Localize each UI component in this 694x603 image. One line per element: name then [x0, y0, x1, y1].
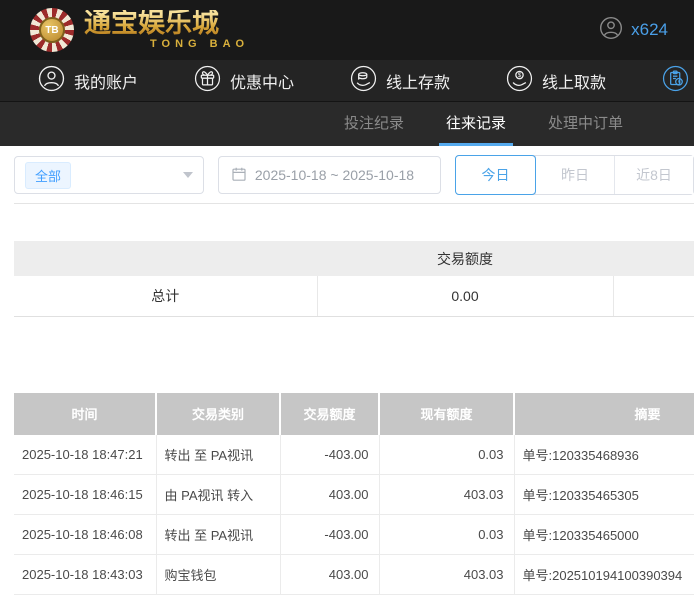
nav-item-promotions[interactable]: 优惠中心: [194, 65, 294, 97]
username-text[interactable]: x624: [631, 20, 668, 40]
date-range-picker[interactable]: 2025-10-18 ~ 2025-10-18: [218, 156, 441, 194]
summary-table: 交易额度 总计 0.00: [14, 241, 694, 317]
chip-tb-label: TB: [39, 17, 65, 43]
nav-label: 线上取款: [542, 69, 606, 93]
divider: [14, 203, 694, 204]
poker-chip-logo-icon: TB: [30, 8, 74, 52]
withdraw-icon: $: [506, 65, 533, 97]
date-range-value: 2025-10-18 ~ 2025-10-18: [255, 167, 414, 183]
cell-type: 转出 至 PA视讯: [156, 515, 280, 555]
selected-type-tag[interactable]: 全部: [25, 162, 71, 189]
today-button[interactable]: 今日: [455, 155, 536, 195]
gift-icon: [194, 65, 221, 97]
cell-balance: 0.03: [379, 515, 514, 555]
records-header-row: 时间 交易类别 交易额度 现有额度 摘要: [14, 393, 694, 435]
summary-total-row: 总计 0.00: [14, 276, 694, 316]
top-bar: TB 通宝娱乐城 TONG BAO x624: [0, 0, 694, 60]
cell-amount: 403.00: [280, 475, 379, 515]
cell-summary: 单号:202510194100390394: [514, 555, 694, 595]
col-header-type: 交易类别: [156, 393, 280, 435]
main-nav: 我的账户 优惠中心 线上存款 $: [0, 60, 694, 102]
cell-type: 由 PA视讯 转入: [156, 475, 280, 515]
tab-processing-orders[interactable]: 处理中订单: [541, 102, 630, 146]
tab-betting-records[interactable]: 投注纪录: [337, 102, 411, 146]
deposit-icon: [350, 65, 377, 97]
user-avatar-icon: [599, 16, 623, 45]
nav-label: 优惠中心: [230, 69, 294, 93]
table-row: 2025-10-18 18:43:03 购宝钱包 403.00 403.03 单…: [14, 555, 694, 595]
user-account-area[interactable]: x624: [599, 16, 668, 45]
table-row: 2025-10-18 18:47:21 转出 至 PA视讯 -403.00 0.…: [14, 435, 694, 475]
chevron-down-icon: [183, 172, 193, 178]
nav-item-deposit[interactable]: 线上存款: [350, 65, 450, 97]
cell-summary: 单号:120335465305: [514, 475, 694, 515]
records-table: 时间 交易类别 交易额度 现有额度 摘要 2025-10-18 18:47:21…: [14, 393, 694, 596]
last-8-days-button[interactable]: 近8日: [614, 156, 693, 194]
record-tabs: 投注纪录 往来记录 处理中订单: [0, 102, 694, 146]
nav-label: 我的账户: [74, 69, 138, 93]
svg-text:$: $: [518, 72, 522, 79]
cell-time: 2025-10-18 18:46:15: [14, 475, 156, 515]
summary-col-header: 交易额度: [317, 241, 613, 276]
table-row: 2025-10-18 18:46:08 转出 至 PA视讯 -403.00 0.…: [14, 515, 694, 555]
nav-label: 线上存款: [386, 69, 450, 93]
cell-amount: 403.00: [280, 555, 379, 595]
site-subtitle: TONG BAO: [150, 39, 249, 50]
cell-summary: 单号:120335468936: [514, 435, 694, 475]
nav-item-withdraw[interactable]: $ 线上取款: [506, 65, 606, 97]
table-row: 2025-10-18 18:46:15 由 PA视讯 转入 403.00 403…: [14, 475, 694, 515]
cell-type: 购宝钱包: [156, 555, 280, 595]
nav-item-transfer-records[interactable]: 往来记录: [662, 65, 694, 97]
transfer-records-icon: [662, 65, 689, 97]
summary-total-label: 总计: [14, 276, 317, 316]
tab-transfer-records[interactable]: 往来记录: [439, 102, 513, 146]
yesterday-button[interactable]: 昨日: [535, 156, 614, 194]
col-header-amount: 交易额度: [280, 393, 379, 435]
col-header-balance: 现有额度: [379, 393, 514, 435]
col-header-time: 时间: [14, 393, 156, 435]
nav-item-my-account[interactable]: 我的账户: [38, 65, 138, 97]
cell-time: 2025-10-18 18:47:21: [14, 435, 156, 475]
type-select[interactable]: 全部: [14, 156, 204, 194]
cell-time: 2025-10-18 18:46:08: [14, 515, 156, 555]
cell-amount: -403.00: [280, 515, 379, 555]
user-icon: [38, 65, 65, 97]
summary-header-row: 交易额度: [14, 241, 694, 276]
cell-summary: 单号:120335465000: [514, 515, 694, 555]
cell-balance: 403.03: [379, 555, 514, 595]
cell-time: 2025-10-18 18:43:03: [14, 555, 156, 595]
cell-type: 转出 至 PA视讯: [156, 435, 280, 475]
site-logo[interactable]: TB 通宝娱乐城 TONG BAO: [30, 8, 249, 52]
cell-balance: 403.03: [379, 475, 514, 515]
filter-bar: 全部 2025-10-18 ~ 2025-10-18 今日 昨日 近8日: [14, 155, 694, 195]
calendar-icon: [231, 166, 247, 185]
quick-date-buttons: 今日 昨日 近8日: [455, 155, 694, 195]
col-header-summary: 摘要: [514, 393, 694, 435]
cell-balance: 0.03: [379, 435, 514, 475]
site-title: 通宝娱乐城: [84, 10, 249, 37]
cell-amount: -403.00: [280, 435, 379, 475]
summary-total-value: 0.00: [317, 276, 613, 316]
